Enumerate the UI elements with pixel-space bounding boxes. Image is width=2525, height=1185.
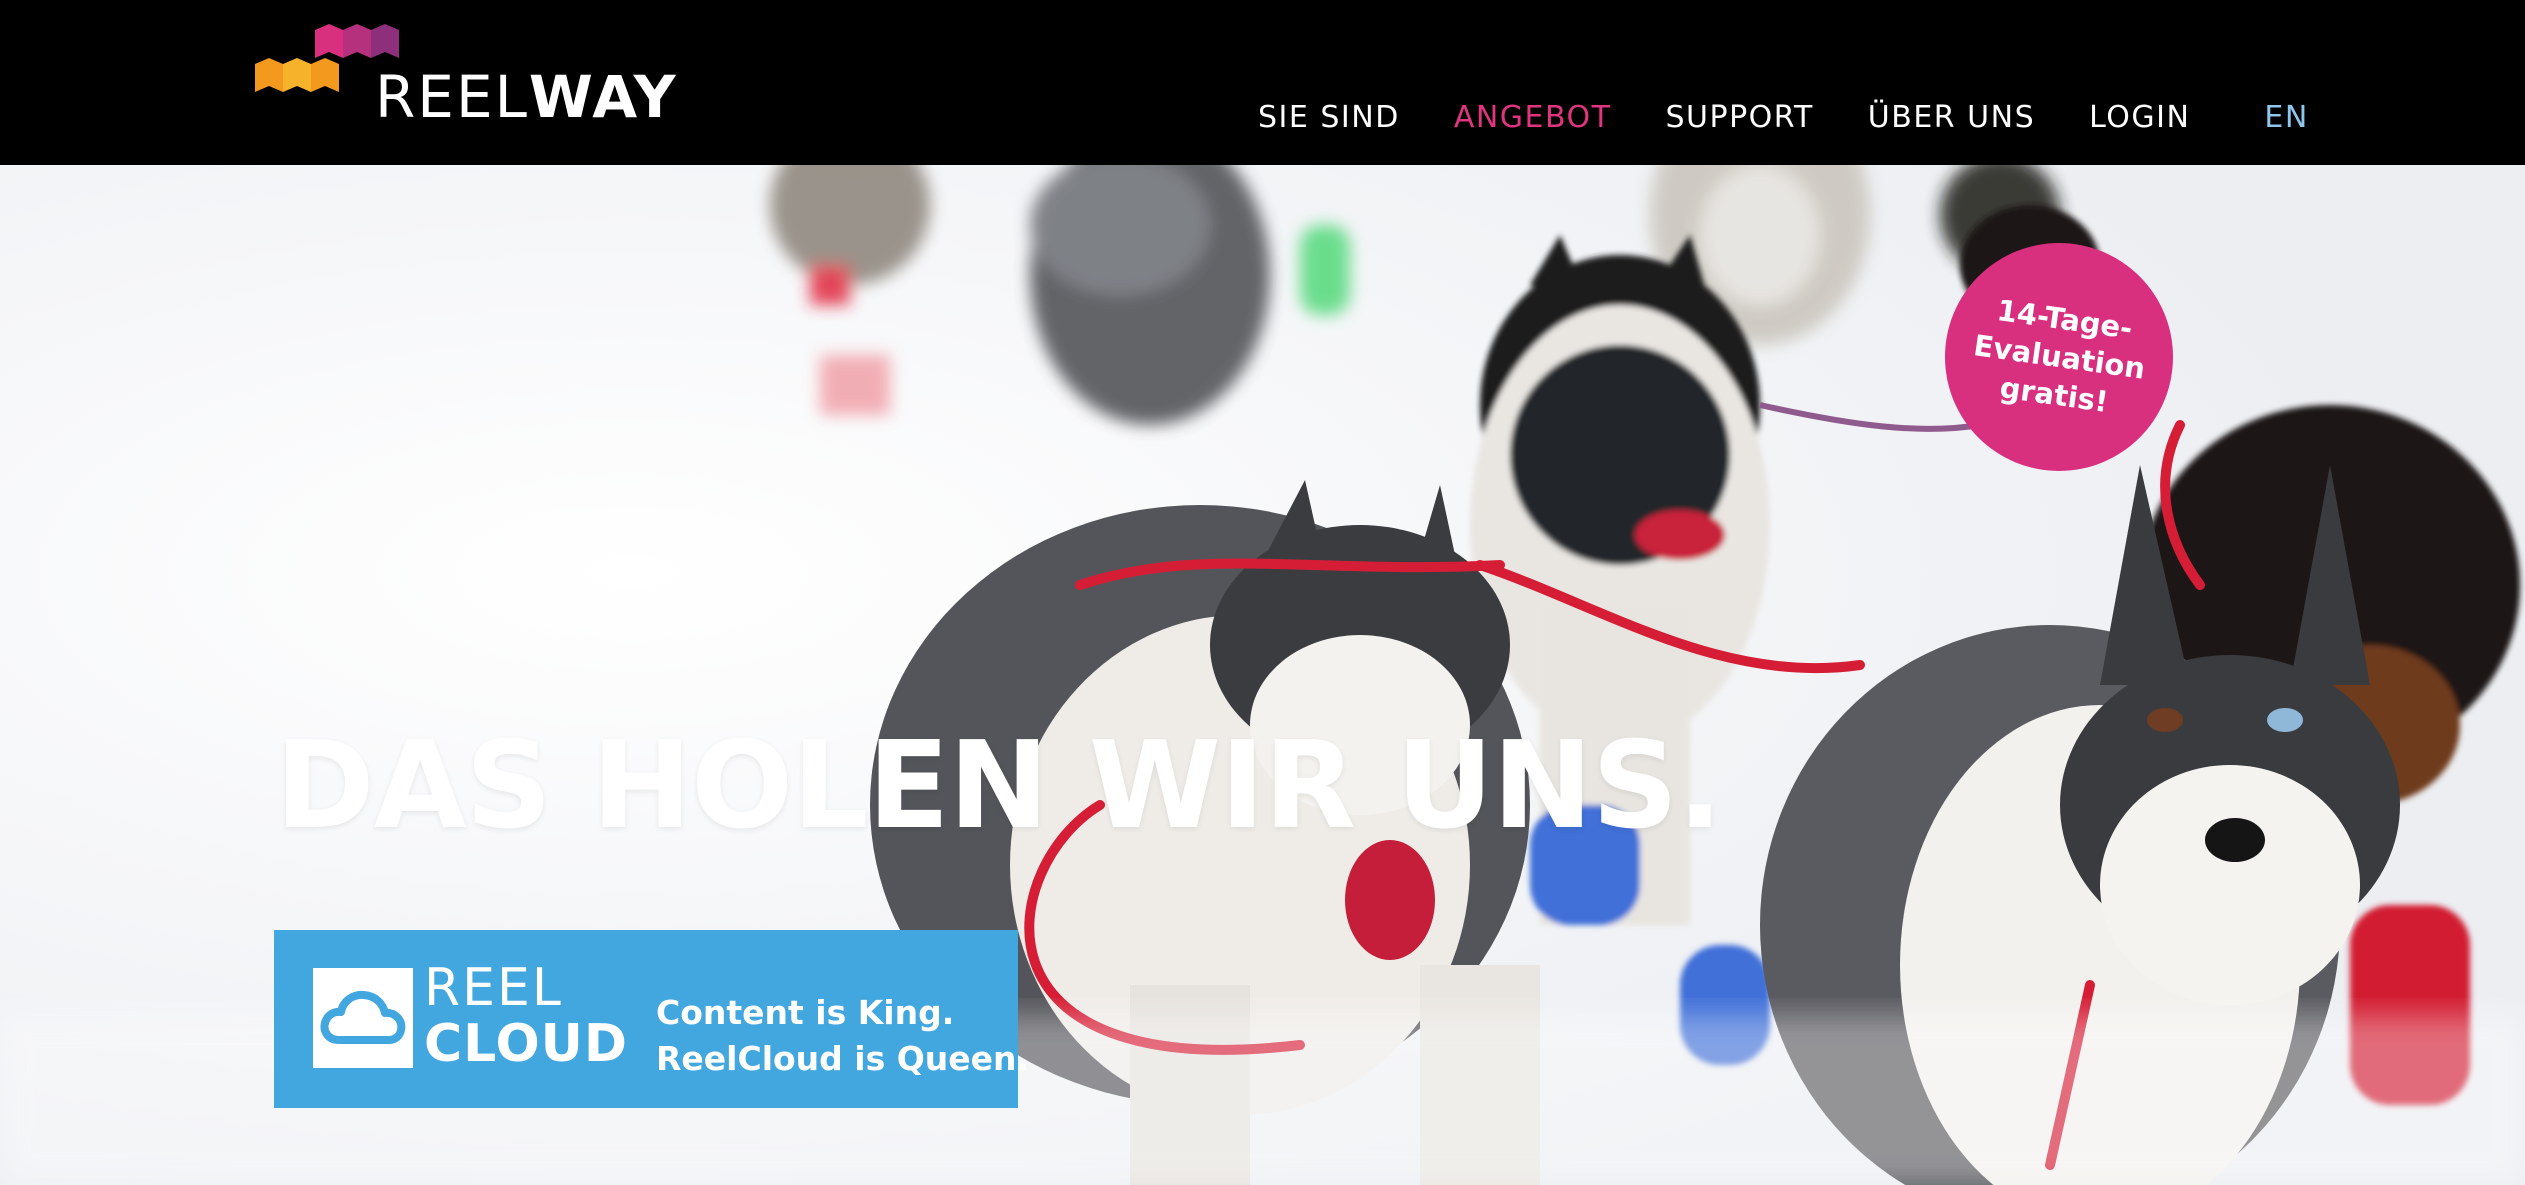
reelcloud-tagline-line2: ReelCloud is Queen. bbox=[656, 1039, 1030, 1078]
reelcloud-banner[interactable]: REEL CLOUD Content is King. ReelCloud is… bbox=[274, 930, 1029, 1108]
site-header: REELWAY SIE SIND ANGEBOT SUPPORT ÜBER UN… bbox=[0, 0, 2525, 165]
reelcloud-name-line1: REEL bbox=[424, 958, 563, 1018]
logo-text-light: REEL bbox=[375, 63, 529, 131]
hero-section: DAS HOLEN WIR UNS. REEL CLOUD Content is… bbox=[0, 165, 2525, 1185]
trial-badge-text: 14-Tage- Evaluation gratis! bbox=[1966, 289, 2153, 426]
reelway-logo[interactable]: REELWAY bbox=[255, 22, 676, 132]
page: REELWAY SIE SIND ANGEBOT SUPPORT ÜBER UN… bbox=[0, 0, 2525, 1185]
main-nav: SIE SIND ANGEBOT SUPPORT ÜBER UNS LOGIN … bbox=[1258, 92, 2309, 142]
nav-item-sie-sind[interactable]: SIE SIND bbox=[1258, 100, 1400, 135]
hero-headline: DAS HOLEN WIR UNS. bbox=[275, 717, 1723, 856]
reelcloud-tagline-line1: Content is King. bbox=[656, 993, 955, 1032]
nav-item-support[interactable]: SUPPORT bbox=[1666, 100, 1814, 135]
reelcloud-name: REEL CLOUD bbox=[424, 962, 628, 1070]
logo-text-bold: WAY bbox=[528, 63, 678, 131]
reelcloud-name-line2: CLOUD bbox=[424, 1014, 629, 1074]
trial-badge[interactable]: 14-Tage- Evaluation gratis! bbox=[1945, 243, 2173, 471]
logo-wordmark: REELWAY bbox=[375, 68, 678, 126]
cloud-icon bbox=[320, 990, 406, 1044]
nav-item-angebot[interactable]: ANGEBOT bbox=[1454, 100, 1612, 135]
nav-item-ueber-uns[interactable]: ÜBER UNS bbox=[1868, 100, 2035, 135]
reelcloud-tagline: Content is King. ReelCloud is Queen. bbox=[656, 990, 1029, 1082]
nav-item-login[interactable]: LOGIN bbox=[2089, 100, 2190, 135]
language-switch[interactable]: EN bbox=[2264, 100, 2308, 135]
reelcloud-logo-box bbox=[313, 968, 413, 1068]
